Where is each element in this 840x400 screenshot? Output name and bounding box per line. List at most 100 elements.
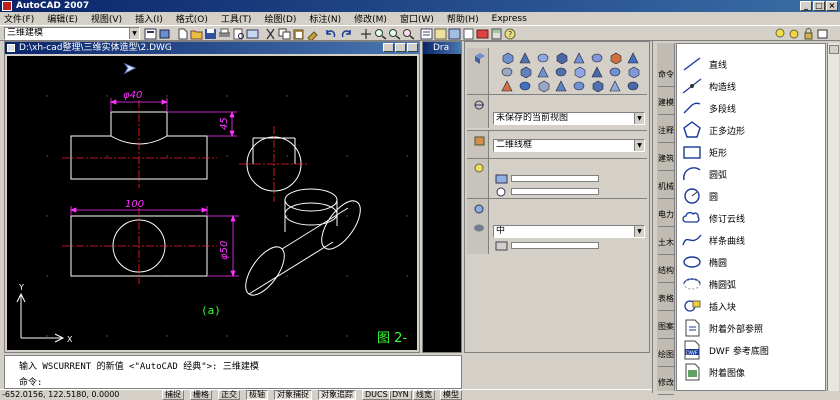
extrude-icon[interactable] [537,66,550,78]
tool-polygon[interactable]: 正多边形 [681,120,825,140]
customize-icon[interactable] [158,28,171,40]
layer-bulb-icon[interactable] [774,28,787,40]
workspace-select[interactable]: 三维建模 ▼ [4,27,140,40]
undo-icon[interactable] [324,28,337,40]
3d-align-icon[interactable] [627,80,640,92]
tool-arc[interactable]: 圆弧 [681,164,825,184]
tool-ellipse[interactable]: 椭圆 [681,252,825,272]
save-icon[interactable] [204,28,217,40]
quickcalc-icon[interactable] [490,28,503,40]
snap-toggle[interactable]: 捕捉 [162,390,184,400]
menu-insert[interactable]: 插入(I) [135,12,163,25]
cut-icon[interactable] [264,28,277,40]
section-icon[interactable] [555,80,568,92]
drawing-minimize-button[interactable] [383,43,394,52]
palette-tab-structural[interactable]: 结构 [658,259,674,283]
palette-tab-tables[interactable]: 表格 [658,287,674,311]
polar-toggle[interactable]: 极轴 [246,390,268,400]
tool-palettes-icon[interactable] [448,28,461,40]
palette-tab-modeling[interactable]: 建模 [658,91,674,115]
named-view-select[interactable]: 未保存的当前视图 ▼ [493,112,645,125]
tool-attach-xref[interactable]: 附着外部参照 [681,318,825,338]
menu-edit[interactable]: 编辑(E) [47,12,78,25]
print-preview-icon[interactable] [232,28,245,40]
tool-spline[interactable]: 样条曲线 [681,230,825,250]
drawing-window-2[interactable]: Dra [422,41,462,353]
menu-window[interactable]: 窗口(W) [400,12,434,25]
sweep-icon[interactable] [573,66,586,78]
menu-help[interactable]: 帮助(H) [447,12,479,25]
menu-view[interactable]: 视图(V) [91,12,122,25]
loft-icon[interactable] [591,66,604,78]
menu-draw[interactable]: 绘图(D) [264,12,296,25]
palette-tab-draw[interactable]: 绘图 [658,343,674,367]
revolve-icon[interactable] [555,66,568,78]
grid-toggle[interactable]: 栅格 [190,390,212,400]
model-space-canvas[interactable]: φ40 45 100 φ50 Y X (a) 图 2- [7,56,417,350]
cone-icon[interactable] [537,52,550,64]
planar-surface-icon[interactable] [501,66,514,78]
palette-tab-modify[interactable]: 修改 [658,371,674,395]
pyramid-icon[interactable] [609,52,622,64]
torus-icon[interactable] [591,52,604,64]
minimize-button[interactable]: _ [800,1,812,11]
contrast-slider[interactable] [511,188,599,195]
menu-tools[interactable]: 工具(T) [221,12,252,25]
tool-line[interactable]: 直线 [681,54,825,74]
model-toggle[interactable]: 模型 [440,390,462,400]
helix-icon[interactable] [627,52,640,64]
zoom-window-icon[interactable] [388,28,401,40]
palette-tab-annotation[interactable]: 注释 [658,119,674,143]
wedge-icon[interactable] [519,52,532,64]
render-quality-slider[interactable] [511,242,599,249]
open-file-icon[interactable] [190,28,203,40]
tool-elliptical-arc[interactable]: 椭圆弧 [681,274,825,294]
design-center-icon[interactable] [434,28,447,40]
workspace-settings-icon[interactable] [144,28,157,40]
new-file-icon[interactable] [176,28,189,40]
render-preset-select[interactable]: 中 ▼ [493,225,645,238]
lineweight-toggle[interactable]: 线宽 [413,390,435,400]
properties-icon[interactable] [420,28,433,40]
menu-modify[interactable]: 修改(M) [354,12,387,25]
otrack-toggle[interactable]: 对象追踪 [318,390,356,400]
slice-icon[interactable] [519,80,532,92]
visual-style-select[interactable]: 二维线框 ▼ [493,139,645,152]
palette-tab-mechanical[interactable]: 机械 [658,175,674,199]
palette-tab-hatches[interactable]: 图案 [658,315,674,339]
box-icon[interactable] [501,52,514,64]
close-button[interactable]: × [826,1,838,11]
sphere-icon[interactable] [555,52,568,64]
palette-tab-civil[interactable]: 土木 [658,231,674,255]
brightness-slider[interactable] [511,175,599,182]
palette-tab-electrical[interactable]: 电力 [658,203,674,227]
tool-dwf-underlay[interactable]: DWF DWF 参考底图 [681,340,825,360]
print-icon[interactable] [218,28,231,40]
intersect-icon[interactable] [501,80,514,92]
polysolid-icon[interactable] [519,66,532,78]
redo-icon[interactable] [340,28,353,40]
3d-rotate-icon[interactable] [609,80,622,92]
paste-icon[interactable] [292,28,305,40]
3d-move-icon[interactable] [591,80,604,92]
maximize-button[interactable]: □ [813,1,825,11]
tool-circle[interactable]: 圆 [681,186,825,206]
ortho-toggle[interactable]: 正交 [218,390,240,400]
palette-tab-command[interactable]: 命令 [658,63,674,87]
chevron-down-icon[interactable]: ▼ [634,140,644,151]
union-icon[interactable] [609,66,622,78]
tool-revision-cloud[interactable]: 修订云线 [681,208,825,228]
palette-tab-architecture[interactable]: 建筑 [658,147,674,171]
palette-close-icon[interactable] [829,45,839,54]
subtract-icon[interactable] [627,66,640,78]
zoom-previous-icon[interactable] [402,28,415,40]
tool-insert-block[interactable]: 插入块 [681,296,825,316]
ducs-toggle[interactable]: DUCS [362,390,391,400]
copy-icon[interactable] [278,28,291,40]
cylinder-icon[interactable] [573,52,586,64]
command-prompt[interactable]: 命令: [19,375,42,388]
layer-color-icon[interactable] [816,28,829,40]
publish-icon[interactable] [246,28,259,40]
chevron-down-icon[interactable]: ▼ [634,226,644,237]
drawing-maximize-button[interactable] [395,43,406,52]
